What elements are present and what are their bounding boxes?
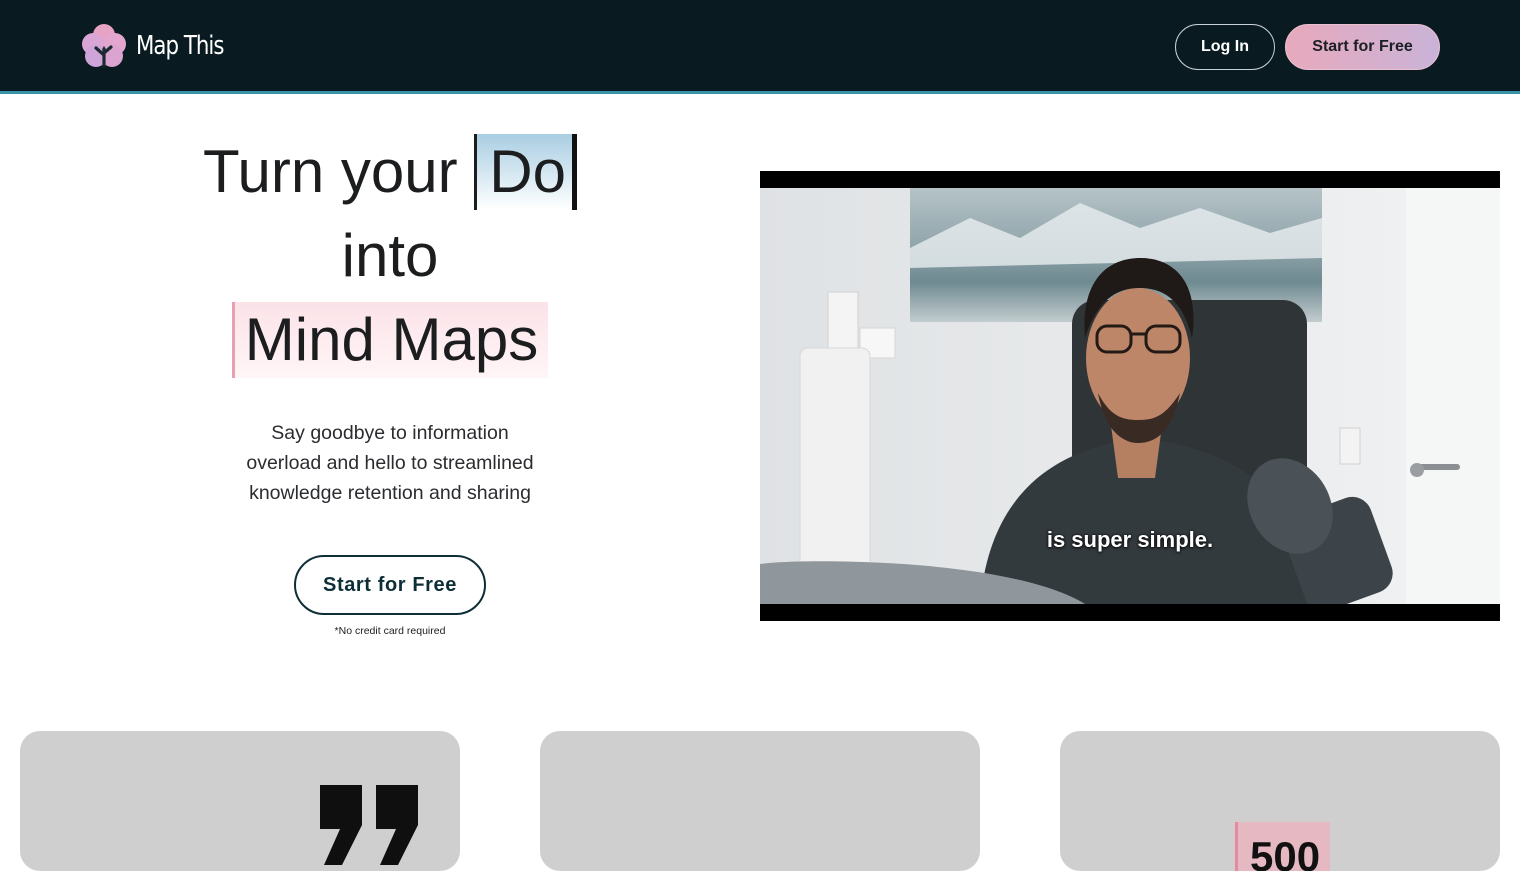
headline-prefix: Turn your: [203, 138, 458, 205]
log-in-button[interactable]: Log In: [1175, 24, 1275, 70]
headline-line-1: Turn your Do: [140, 130, 640, 214]
testimonial-card: [20, 731, 460, 871]
stat-card: 500: [1060, 731, 1500, 871]
intro-video[interactable]: is super simple.: [760, 171, 1500, 621]
headline-line-2: into: [341, 222, 439, 289]
tree-logo-icon: [82, 24, 126, 68]
quote-mark-icon: [320, 785, 418, 865]
headline-line-3: Mind Maps: [140, 298, 640, 382]
brand-logo[interactable]: Map This: [80, 22, 243, 70]
hero-subtitle: Say goodbye to information overload and …: [246, 422, 534, 504]
stat-value: 500: [1235, 822, 1331, 871]
video-caption: is super simple.: [1046, 527, 1214, 552]
hero-text: Turn your Do into Mind Maps Say goodbye …: [140, 130, 640, 637]
hero-start-free-button[interactable]: Start for Free: [294, 555, 486, 615]
typed-word-highlight: Do: [474, 134, 577, 210]
nav-start-free-button[interactable]: Start for Free: [1285, 24, 1440, 70]
feature-card: [540, 731, 980, 871]
top-nav: Map This Log In Start for Free: [0, 0, 1520, 94]
brand-name: Map This: [136, 31, 224, 61]
no-credit-card-note: *No credit card required: [334, 625, 446, 637]
mind-maps-highlight: Mind Maps: [231, 302, 549, 378]
